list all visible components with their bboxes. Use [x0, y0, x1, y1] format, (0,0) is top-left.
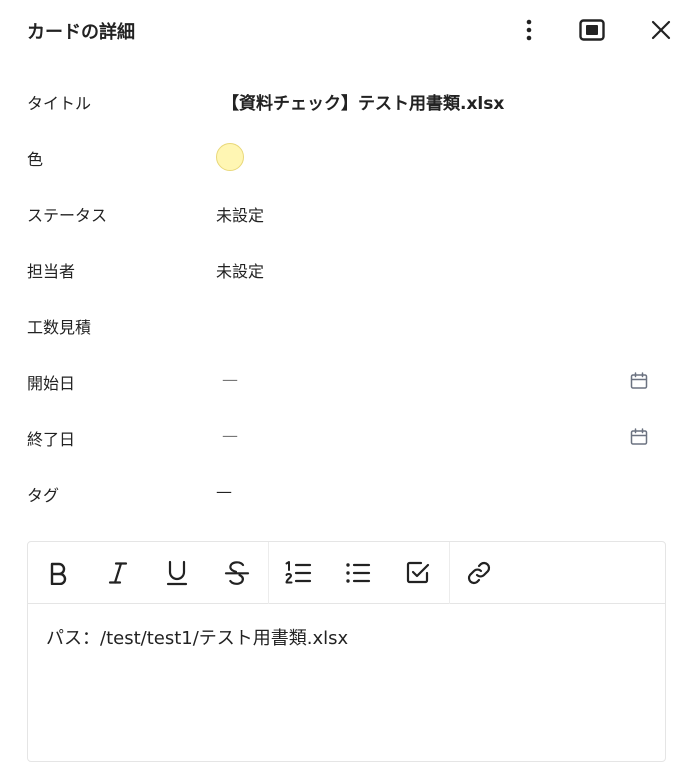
bold-button[interactable] [42, 557, 74, 589]
underline-icon [166, 560, 188, 586]
card-title-value[interactable]: 【資料チェック】テスト用書類.xlsx [222, 89, 504, 114]
field-label-start-date: 開始日 [27, 374, 76, 393]
field-label-end-date: 終了日 [27, 430, 76, 449]
field-start-date: 開始日 — [0, 360, 688, 400]
toolbar-divider [268, 542, 269, 604]
editor-toolbar [28, 542, 665, 604]
expand-button[interactable] [576, 14, 608, 46]
more-options-button[interactable] [513, 14, 545, 46]
estimate-value[interactable] [216, 314, 616, 336]
ordered-list-button[interactable] [282, 557, 314, 589]
link-button[interactable] [463, 557, 495, 589]
field-tags: タグ — [0, 472, 688, 512]
field-estimate: 工数見積 [0, 304, 688, 344]
field-color: 色 [0, 136, 688, 176]
more-vertical-icon [526, 19, 532, 41]
field-label-title: タイトル [27, 94, 92, 113]
field-label-estimate: 工数見積 [27, 318, 92, 337]
field-label-assignee: 担当者 [27, 262, 76, 281]
ordered-list-icon [285, 561, 312, 584]
field-label-color: 色 [27, 150, 44, 169]
bold-icon [50, 562, 67, 585]
field-label-tags: タグ [27, 486, 60, 505]
strikethrough-button[interactable] [221, 557, 253, 589]
tags-value[interactable]: — [216, 482, 232, 501]
start-date-value[interactable]: — [222, 370, 238, 389]
editor-content[interactable]: パス：/test/test1/テスト用書類.xlsx [46, 624, 646, 650]
link-icon [467, 561, 491, 585]
bullet-list-button[interactable] [342, 557, 374, 589]
card-detail-panel: カードの詳細 タイトル 【資料チェック】テスト用書類.xlsx 色 ステータス … [0, 0, 688, 781]
bullet-list-icon [346, 563, 371, 583]
assignee-value[interactable]: 未設定 [216, 258, 264, 282]
toolbar-divider [449, 542, 450, 604]
field-status: ステータス 未設定 [0, 192, 688, 232]
calendar-icon [630, 428, 648, 445]
expand-square-icon [579, 19, 605, 41]
color-swatch[interactable] [216, 143, 244, 171]
end-date-picker-button[interactable] [627, 425, 651, 449]
underline-button[interactable] [161, 557, 193, 589]
start-date-picker-button[interactable] [627, 369, 651, 393]
close-button[interactable] [645, 14, 677, 46]
checklist-button[interactable] [402, 557, 434, 589]
calendar-icon [630, 372, 648, 389]
checklist-icon [406, 561, 430, 584]
strikethrough-icon [224, 561, 250, 585]
italic-button[interactable] [102, 557, 134, 589]
panel-header: カードの詳細 [0, 0, 688, 60]
italic-icon [108, 562, 128, 584]
panel-title: カードの詳細 [27, 22, 135, 43]
end-date-value[interactable]: — [222, 426, 238, 445]
field-label-status: ステータス [27, 206, 108, 225]
description-editor: パス：/test/test1/テスト用書類.xlsx [27, 541, 666, 762]
field-title: タイトル 【資料チェック】テスト用書類.xlsx [0, 80, 688, 120]
status-value[interactable]: 未設定 [216, 202, 264, 226]
close-icon [651, 20, 671, 40]
field-assignee: 担当者 未設定 [0, 248, 688, 288]
field-end-date: 終了日 — [0, 416, 688, 456]
